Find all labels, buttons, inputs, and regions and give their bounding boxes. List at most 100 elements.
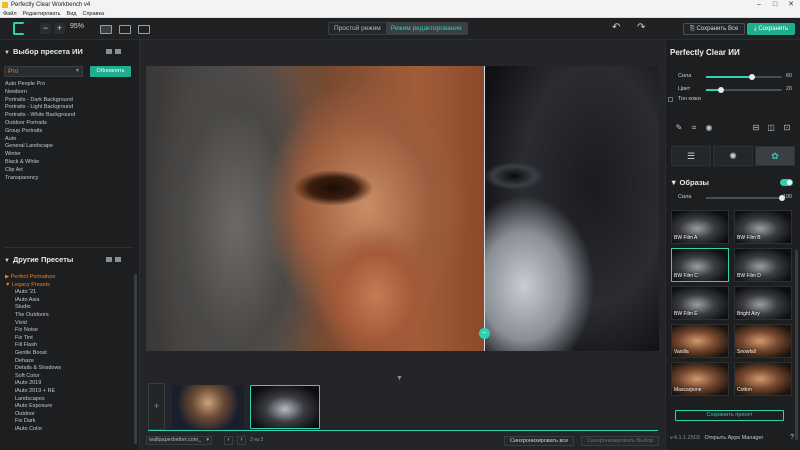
look-card[interactable]: Cotton [734, 362, 792, 396]
legacy-preset-item[interactable]: Soft Color [5, 373, 61, 381]
look-card[interactable]: Vanilla [671, 324, 729, 358]
preset-select[interactable]: Pro ▾ [4, 66, 83, 77]
look-card[interactable]: BW Film C [671, 248, 729, 282]
look-card[interactable]: BW Film D [734, 248, 792, 282]
preset-item[interactable]: Outdoor Portraits [5, 120, 75, 128]
simple-mode-tab[interactable]: Простой режим [329, 23, 386, 34]
legacy-preset-item[interactable]: Gentle Boost [5, 350, 61, 358]
redo-icon[interactable]: ↷ [637, 22, 645, 33]
list-icon[interactable] [115, 49, 121, 54]
legacy-preset-item[interactable]: Vivid [5, 320, 61, 328]
side-by-side-icon[interactable] [138, 25, 150, 34]
other-view-toggle[interactable] [106, 257, 121, 262]
apps-manager-link[interactable]: Открыть Apps Manager [704, 435, 763, 441]
grid-icon[interactable] [106, 257, 112, 262]
zoom-in-button[interactable]: + [54, 23, 65, 34]
crop-icon[interactable]: ⌗ [690, 124, 698, 132]
adjustments-tab-icon[interactable]: ☰ [671, 146, 711, 166]
scrollbar[interactable] [795, 250, 798, 440]
save-all-button[interactable]: ⎘ Сохранить Все [683, 23, 746, 35]
menu-view[interactable]: Вид [67, 11, 77, 17]
look-card[interactable]: Bright Airy [734, 286, 792, 320]
looks-header[interactable]: ▼ Образы [670, 178, 709, 187]
preset-item[interactable]: Portraits - White Background [5, 112, 75, 120]
menu-file[interactable]: Файл [3, 11, 17, 17]
preset-item[interactable]: Auto [5, 136, 75, 144]
photo-preview[interactable]: ⇔ [146, 66, 659, 351]
strength-thumb[interactable] [748, 74, 755, 80]
other-presets-header[interactable]: ▼ Другие Пресеты [4, 255, 73, 264]
preset-item[interactable]: Group Portraits [5, 128, 75, 136]
edit-mode-tab[interactable]: Режим редактирования [385, 23, 467, 34]
preset-item[interactable]: Newborn [5, 89, 75, 97]
look-card[interactable]: BW Film E [671, 286, 729, 320]
maximize-button[interactable]: □ [768, 0, 782, 10]
vertical-flip-icon[interactable]: ⊟ [752, 124, 760, 132]
sync-all-button[interactable]: Синхронизировать все [504, 436, 575, 446]
looks-strength-slider[interactable] [706, 195, 785, 201]
look-card[interactable]: Snowfall [734, 324, 792, 358]
split-line[interactable] [484, 66, 485, 351]
strength-slider[interactable] [706, 74, 782, 80]
rotate-icon[interactable]: ⊡ [783, 124, 791, 132]
list-icon[interactable] [115, 257, 121, 262]
preset-item[interactable]: Transparency [5, 175, 75, 183]
legacy-preset-item[interactable]: iAuto Exposure [5, 403, 61, 411]
look-card[interactable]: Mascarpone [671, 362, 729, 396]
help-icon[interactable]: ? [790, 434, 794, 441]
look-card[interactable]: BW Film B [734, 210, 792, 244]
tree-item-legacy[interactable]: ▼ Legacy Presets [5, 282, 61, 290]
legacy-preset-item[interactable]: Fix Tint [5, 335, 61, 343]
legacy-preset-item[interactable]: iAuto '21 [5, 289, 61, 297]
ai-preset-header[interactable]: ▼ Выбор пресета ИИ [4, 47, 83, 56]
ai-view-toggle[interactable] [106, 49, 121, 54]
refresh-button[interactable]: Обновлять [90, 66, 131, 77]
thumbnail-1[interactable] [172, 385, 244, 429]
preset-item[interactable]: Winter [5, 151, 75, 159]
legacy-preset-item[interactable]: Fix Noise [5, 327, 61, 335]
sync-selected-button[interactable]: Синхронизировать Выбор [581, 436, 660, 446]
skin-tone-checkbox[interactable] [668, 97, 673, 102]
legacy-preset-item[interactable]: iAuto Asia [5, 297, 61, 305]
legacy-preset-item[interactable]: iAuto 2019 [5, 380, 61, 388]
next-image-button[interactable]: › [237, 436, 246, 445]
legacy-preset-item[interactable]: iAuto 2019 + RE [5, 388, 61, 396]
undo-icon[interactable]: ↶ [612, 22, 620, 33]
tree-item-perfect-portraiture[interactable]: ▶ Perfect Portraiture [5, 274, 61, 282]
preset-item[interactable]: Portraits - Light Background [5, 104, 75, 112]
split-handle[interactable]: ⇔ [479, 328, 490, 339]
color-slider[interactable] [706, 87, 782, 93]
menu-edit[interactable]: Редактировать [23, 11, 61, 17]
color-thumb[interactable] [718, 87, 725, 93]
thumbnail-2[interactable] [250, 385, 320, 429]
zoom-out-button[interactable]: − [40, 23, 51, 34]
horizontal-flip-icon[interactable]: ◫ [767, 124, 775, 132]
add-image-button[interactable]: + [148, 383, 165, 430]
legacy-preset-item[interactable]: Fill Flash [5, 342, 61, 350]
face-icon[interactable]: ◉ [705, 124, 713, 132]
prev-image-button[interactable]: ‹ [224, 436, 233, 445]
legacy-preset-item[interactable]: iAuto Color [5, 426, 61, 434]
preset-item[interactable]: Portraits - Dark Background [5, 97, 75, 105]
close-button[interactable]: ✕ [784, 0, 798, 10]
split-view-icon[interactable] [119, 25, 131, 34]
preset-item[interactable]: Clip Art [5, 167, 75, 175]
single-view-icon[interactable] [100, 25, 112, 34]
legacy-preset-item[interactable]: Studio [5, 304, 61, 312]
minimize-button[interactable]: – [752, 0, 766, 10]
save-preset-button[interactable]: Сохранить пресет [675, 410, 784, 421]
looks-toggle[interactable] [780, 179, 793, 186]
looks-tab-icon[interactable]: ✿ [755, 146, 795, 166]
filename-select[interactable]: wallpaperbetter.com_ ▾ [146, 436, 212, 445]
preset-item[interactable]: Black & White [5, 159, 75, 167]
look-card[interactable]: BW Film A [671, 210, 729, 244]
legacy-preset-item[interactable]: The Outdoors [5, 312, 61, 320]
legacy-preset-item[interactable]: Outdoor [5, 411, 61, 419]
grid-icon[interactable] [106, 49, 112, 54]
preset-item[interactable]: Auto People Pro [5, 81, 75, 89]
preset-item[interactable]: General Landscape [5, 143, 75, 151]
legacy-preset-item[interactable]: Landscapes [5, 396, 61, 404]
legacy-preset-item[interactable]: Details & Shadows [5, 365, 61, 373]
scrollbar[interactable] [134, 274, 137, 444]
edit-icon[interactable]: ✎ [675, 124, 683, 132]
